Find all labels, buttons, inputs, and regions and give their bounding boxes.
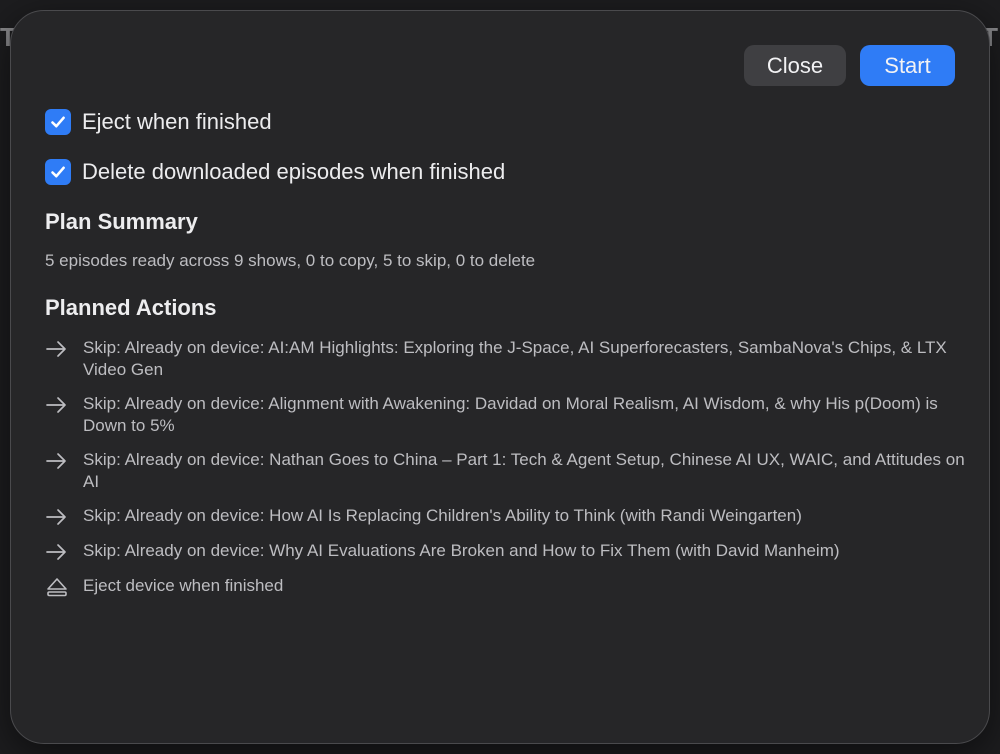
sync-plan-dialog: Close Start Eject when finished Delete d… [10, 10, 990, 744]
eject-when-finished-option[interactable]: Eject when finished [45, 107, 505, 137]
arrow-right-icon [46, 453, 66, 469]
list-item: Skip: Already on device: Alignment with … [45, 393, 965, 437]
action-text: Skip: Already on device: Nathan Goes to … [83, 450, 965, 491]
eject-when-finished-label: Eject when finished [82, 109, 272, 134]
action-text: Skip: Already on device: AI:AM Highlight… [83, 338, 947, 379]
list-item: Skip: Already on device: Nathan Goes to … [45, 449, 965, 493]
sync-options: Eject when finished Delete downloaded ep… [45, 107, 505, 207]
planned-actions-list: Skip: Already on device: AI:AM Highlight… [45, 337, 965, 610]
list-item: Skip: Already on device: How AI Is Repla… [45, 505, 965, 528]
arrow-right-icon [46, 341, 66, 357]
checkmark-icon [51, 116, 65, 128]
delete-downloaded-checkbox[interactable] [45, 159, 71, 185]
plan-summary-heading: Plan Summary [45, 209, 198, 234]
list-item: Skip: Already on device: AI:AM Highlight… [45, 337, 965, 381]
delete-downloaded-option[interactable]: Delete downloaded episodes when finished [45, 157, 505, 187]
arrow-right-icon [46, 397, 66, 413]
action-text: Skip: Already on device: Why AI Evaluati… [83, 541, 840, 560]
eject-when-finished-checkbox[interactable] [45, 109, 71, 135]
close-button[interactable]: Close [744, 45, 846, 86]
eject-icon [47, 578, 67, 597]
action-text: Skip: Already on device: How AI Is Repla… [83, 506, 802, 525]
list-item: Skip: Already on device: Why AI Evaluati… [45, 540, 965, 563]
plan-summary-text: 5 episodes ready across 9 shows, 0 to co… [45, 251, 536, 270]
planned-actions-heading: Planned Actions [45, 295, 217, 320]
start-button[interactable]: Start [860, 45, 955, 86]
dialog-actions: Close Start [744, 45, 955, 86]
action-text: Skip: Already on device: Alignment with … [83, 394, 938, 435]
arrow-right-icon [46, 544, 66, 560]
action-text: Eject device when finished [83, 576, 284, 595]
arrow-right-icon [46, 509, 66, 525]
list-item: Eject device when finished [45, 575, 965, 598]
checkmark-icon [51, 166, 65, 178]
delete-downloaded-label: Delete downloaded episodes when finished [82, 159, 506, 184]
